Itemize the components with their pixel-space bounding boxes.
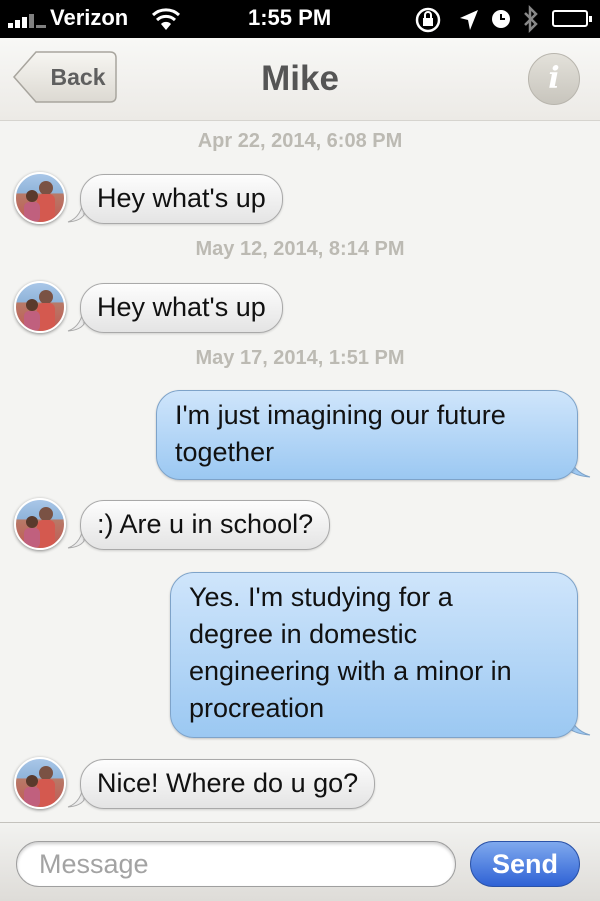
message-input[interactable] [16, 841, 456, 887]
timestamp: May 17, 2014, 1:51 PM [195, 347, 405, 369]
carrier-label: Verizon [50, 5, 129, 30]
conversation-title: Mike [261, 59, 339, 98]
avatar [14, 757, 66, 809]
incoming-message: Nice! Where do u go? [80, 759, 376, 809]
timestamp: Apr 22, 2014, 6:08 PM [197, 130, 403, 152]
avatar [14, 281, 66, 333]
timestamp: May 12, 2014, 8:14 PM [195, 238, 405, 260]
message-line: together [175, 437, 275, 467]
alarm-icon [492, 10, 510, 28]
rotation-lock-icon [415, 7, 441, 33]
wifi-icon [151, 8, 181, 30]
info-button[interactable]: i [528, 53, 580, 105]
bluetooth-icon [524, 4, 538, 34]
clock-label: 1:55 PM [248, 5, 332, 30]
signal-icon [8, 14, 50, 28]
message-line: I'm just imagining our future [175, 400, 506, 430]
status-bar: Verizon 1:55 PM [0, 0, 600, 38]
message-line: Yes. I'm studying for a [189, 582, 453, 612]
message-line: engineering with a minor in [189, 656, 512, 686]
outgoing-message: I'm just imagining our future together [156, 390, 578, 480]
location-icon [460, 10, 478, 30]
back-label: Back [50, 64, 106, 90]
nav-bar: Back Mike i [0, 38, 600, 121]
incoming-message: :) Are u in school? [80, 500, 331, 550]
message-line: degree in domestic [189, 619, 418, 649]
incoming-message: Hey what's up [80, 174, 283, 224]
message-line: procreation [189, 693, 325, 723]
outgoing-message: Yes. I'm studying for a degree in domest… [170, 572, 578, 738]
avatar [14, 498, 66, 550]
back-button[interactable]: Back [12, 50, 118, 104]
avatar [14, 172, 66, 224]
message-composer: Send [0, 822, 600, 901]
send-button[interactable]: Send [470, 841, 580, 887]
battery-icon [552, 10, 592, 27]
incoming-message: Hey what's up [80, 283, 283, 333]
